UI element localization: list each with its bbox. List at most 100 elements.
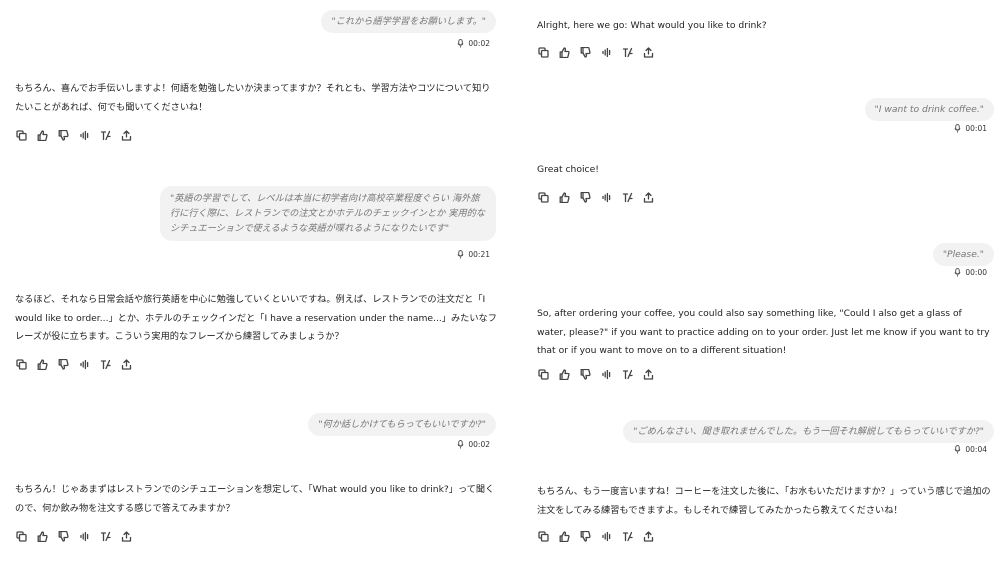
share-button[interactable] bbox=[120, 129, 133, 142]
thumbs-up-button[interactable] bbox=[558, 368, 571, 381]
thumbs-down-button[interactable] bbox=[579, 191, 592, 204]
share-button[interactable] bbox=[120, 530, 133, 543]
share-button[interactable] bbox=[642, 368, 655, 381]
share-icon bbox=[643, 47, 654, 58]
read-aloud-button[interactable] bbox=[600, 46, 613, 59]
read-aloud-button[interactable] bbox=[600, 530, 613, 543]
copy-button[interactable] bbox=[15, 358, 28, 371]
regenerate-button[interactable] bbox=[99, 358, 112, 371]
share-button[interactable] bbox=[642, 530, 655, 543]
read-aloud-icon bbox=[602, 192, 611, 203]
thumbs-up-button[interactable] bbox=[558, 191, 571, 204]
copy-icon bbox=[16, 130, 27, 141]
message-actions bbox=[15, 358, 133, 371]
regenerate-button[interactable] bbox=[621, 530, 634, 543]
thumbs-down-icon bbox=[580, 369, 591, 380]
thumbs-down-button[interactable] bbox=[57, 129, 70, 142]
regenerate-icon bbox=[622, 369, 633, 380]
user-voice-bubble: "これから語学学習をお願いします。" bbox=[321, 10, 496, 33]
assistant-message: Great choice! bbox=[537, 164, 599, 175]
read-aloud-button[interactable] bbox=[78, 358, 91, 371]
assistant-message: もちろん、もう一度言いますね！コーヒーを注文した後に、「お水もいただけますか？」… bbox=[537, 486, 991, 516]
regenerate-button[interactable] bbox=[621, 368, 634, 381]
user-voice-bubble: "何か話しかけてもらってもいいですか?" bbox=[308, 413, 496, 436]
read-aloud-icon bbox=[80, 359, 89, 370]
share-icon bbox=[643, 369, 654, 380]
thumbs-down-button[interactable] bbox=[57, 358, 70, 371]
message-actions bbox=[537, 368, 655, 381]
voice-duration: 00:21 bbox=[457, 250, 490, 259]
microphone-icon bbox=[954, 268, 961, 277]
thumbs-up-button[interactable] bbox=[36, 530, 49, 543]
regenerate-button[interactable] bbox=[621, 46, 634, 59]
copy-icon bbox=[538, 531, 549, 542]
regenerate-icon bbox=[100, 130, 111, 141]
regenerate-icon bbox=[100, 359, 111, 370]
read-aloud-button[interactable] bbox=[600, 191, 613, 204]
thumbs-down-button[interactable] bbox=[579, 530, 592, 543]
message-actions bbox=[537, 191, 655, 204]
thumbs-up-button[interactable] bbox=[558, 46, 571, 59]
microphone-icon bbox=[457, 39, 464, 48]
copy-button[interactable] bbox=[537, 46, 550, 59]
thumbs-up-icon bbox=[559, 192, 570, 203]
share-icon bbox=[121, 130, 132, 141]
regenerate-icon bbox=[622, 47, 633, 58]
regenerate-button[interactable] bbox=[99, 129, 112, 142]
thumbs-up-button[interactable] bbox=[36, 129, 49, 142]
copy-button[interactable] bbox=[537, 191, 550, 204]
voice-duration: 00:04 bbox=[954, 445, 987, 454]
assistant-message: Alright, here we go: What would you like… bbox=[537, 20, 767, 31]
user-voice-bubble: "ごめんなさい、聞き取れませんでした。もう一回それ解説してもらっていいですか?" bbox=[623, 420, 994, 443]
thumbs-down-icon bbox=[58, 130, 69, 141]
copy-button[interactable] bbox=[15, 530, 28, 543]
read-aloud-icon bbox=[602, 47, 611, 58]
voice-duration: 00:02 bbox=[457, 39, 490, 48]
thumbs-down-icon bbox=[58, 531, 69, 542]
share-button[interactable] bbox=[642, 46, 655, 59]
regenerate-icon bbox=[622, 531, 633, 542]
left-conversation-panel: "これから語学学習をお願いします。" 00:02 もちろん、喜んでお手伝いします… bbox=[0, 0, 508, 569]
thumbs-down-icon bbox=[580, 531, 591, 542]
thumbs-down-button[interactable] bbox=[579, 368, 592, 381]
voice-duration: 00:00 bbox=[954, 268, 987, 277]
copy-button[interactable] bbox=[537, 530, 550, 543]
thumbs-down-button[interactable] bbox=[579, 46, 592, 59]
message-actions bbox=[15, 129, 133, 142]
read-aloud-icon bbox=[602, 531, 611, 542]
microphone-icon bbox=[954, 445, 961, 454]
share-button[interactable] bbox=[120, 358, 133, 371]
read-aloud-icon bbox=[602, 369, 611, 380]
read-aloud-button[interactable] bbox=[600, 368, 613, 381]
assistant-message: もちろん、喜んでお手伝いしますよ！何語を勉強したいか決まってますか？それとも、学… bbox=[15, 83, 491, 113]
thumbs-up-icon bbox=[559, 369, 570, 380]
assistant-message: なるほど、それなら日常会話や旅行英語を中心に勉強していくといいですね。例えば、レ… bbox=[15, 294, 497, 342]
voice-duration: 00:02 bbox=[457, 440, 490, 449]
thumbs-up-button[interactable] bbox=[558, 530, 571, 543]
regenerate-icon bbox=[622, 192, 633, 203]
share-button[interactable] bbox=[642, 191, 655, 204]
copy-button[interactable] bbox=[537, 368, 550, 381]
thumbs-down-icon bbox=[580, 192, 591, 203]
voice-duration: 00:01 bbox=[954, 124, 987, 133]
user-voice-bubble: "I want to drink coffee." bbox=[864, 98, 994, 121]
thumbs-up-icon bbox=[37, 130, 48, 141]
thumbs-up-icon bbox=[37, 531, 48, 542]
user-voice-bubble: "英語の学習でして、レベルは本当に初学者向け高校卒業程度ぐらい 海外旅行に行く際… bbox=[160, 186, 496, 241]
share-icon bbox=[643, 531, 654, 542]
thumbs-up-button[interactable] bbox=[36, 358, 49, 371]
copy-button[interactable] bbox=[15, 129, 28, 142]
read-aloud-button[interactable] bbox=[78, 129, 91, 142]
right-conversation-panel: Alright, here we go: What would you like… bbox=[508, 0, 1007, 569]
regenerate-button[interactable] bbox=[621, 191, 634, 204]
copy-icon bbox=[538, 369, 549, 380]
message-actions bbox=[537, 46, 655, 59]
message-actions bbox=[15, 530, 133, 543]
message-actions bbox=[537, 530, 655, 543]
share-icon bbox=[643, 192, 654, 203]
regenerate-button[interactable] bbox=[99, 530, 112, 543]
read-aloud-icon bbox=[80, 531, 89, 542]
share-icon bbox=[121, 359, 132, 370]
read-aloud-button[interactable] bbox=[78, 530, 91, 543]
thumbs-down-button[interactable] bbox=[57, 530, 70, 543]
